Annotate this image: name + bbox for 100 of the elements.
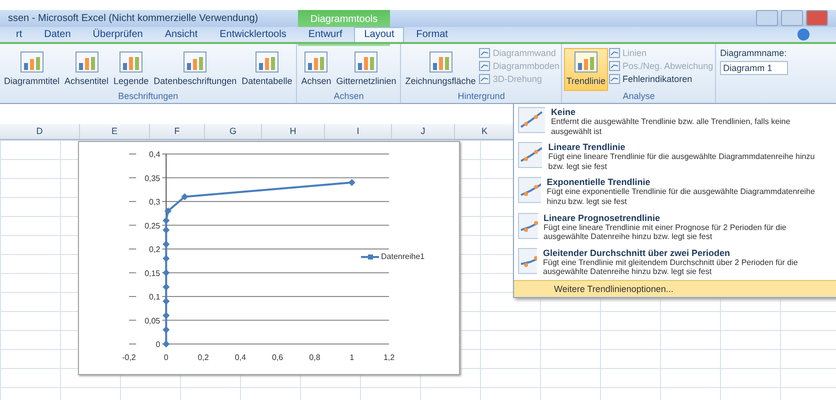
menu-item[interactable]: Weitere Trendlinienoptionen...: [514, 280, 836, 297]
column-header[interactable]: D: [0, 124, 80, 139]
tick-label: 0,25: [144, 221, 160, 230]
ribbon-tab[interactable]: Entwicklertools: [210, 26, 296, 42]
tick-label: 0: [156, 340, 160, 349]
chart-icon: [354, 50, 378, 73]
chart-area[interactable]: 0 0,05 0,1 0,15 0,2 0,25 0,3 0,35 0,4 -0,2 0 0,2 0,4 0,6 0,8 1 1,2 Datenreihe1: [78, 141, 460, 375]
tick-label: 0,4: [234, 353, 246, 362]
group-label: Beschriftungen: [117, 91, 180, 104]
trendline-icon: [518, 142, 542, 168]
trendline-icon: [518, 177, 541, 204]
menu-item-description: Fügt eine exponentielle Trendlinie für die ausgewählte Diagrammdatenreihe hinzu bzw. legt sie fest: [546, 187, 816, 207]
column-header[interactable]: J: [392, 124, 455, 139]
ribbon-tab[interactable]: Ansicht: [154, 26, 208, 42]
trendline-icon: [518, 107, 545, 133]
menu-item-description: Entfernt die ausgewählte Trendlinie bzw. alle Trendlinien, falls keine ausgewählt ist: [550, 117, 792, 136]
tick-label: 0,8: [309, 353, 320, 362]
chart-icon: [74, 50, 99, 73]
ribbon-tab[interactable]: Format: [406, 26, 458, 42]
tick-label: 0,05: [144, 316, 160, 326]
group-label: Achsen: [332, 91, 365, 104]
ribbon-tab[interactable]: rt: [6, 26, 32, 42]
window-title: ssen - Microsoft Excel (Nicht kommerzielle Verwendung): [8, 12, 258, 24]
ribbon-button[interactable]: Datenbeschriftungen: [152, 48, 239, 92]
column-header[interactable]: E: [80, 124, 150, 139]
menu-item-description: Fügt eine lineare Trendlinie mit einer Prognose für 2 Perioden für die ausgewählte Datenreihe hinzu bzw. legt sie fest: [544, 222, 788, 242]
help-icon[interactable]: [797, 28, 810, 41]
column-header[interactable]: I: [325, 124, 392, 139]
column-header[interactable]: G: [205, 124, 262, 139]
tick-label: 1: [350, 353, 354, 362]
field-label: Diagrammname:: [720, 48, 788, 58]
ribbon-tab[interactable]: Daten: [34, 26, 81, 42]
tick-label: 0: [164, 353, 168, 362]
chart-icon: [478, 60, 490, 71]
data-point: [164, 207, 172, 215]
tick-label: 0,4: [149, 150, 160, 159]
group-label: Analyse: [622, 91, 656, 104]
menu-row[interactable]: Lineare Prognosetrendlinie Fügt eine lineare Trendlinie mit einer Prognose für 2 Perioden für die ausgewählte Datenreihe hinzu bzw. legt sie fest: [514, 210, 836, 245]
ribbon-tab[interactable]: Entwurf: [298, 26, 352, 42]
tick-label: 0,1: [149, 292, 160, 302]
menu-item[interactable]: Lineare Prognosetrendlinie: [544, 212, 832, 223]
data-point: [162, 312, 170, 320]
chart-icon: [119, 50, 144, 73]
data-point: [181, 193, 188, 200]
chart-icon: [183, 50, 208, 73]
menu-row[interactable]: Gleitender Durchschnitt über zwei Perioden Fügt eine Trendlinie mit gleitendem Durchschnitt über 2 Perioden für die ausgewählte Datenreihe hinzu bzw. legt sie fest: [514, 244, 836, 280]
data-point: [162, 216, 170, 224]
tick-label: 0,35: [144, 174, 160, 183]
column-header[interactable]: H: [262, 124, 325, 139]
ribbon-button[interactable]: Legende: [112, 48, 151, 92]
data-point: [162, 269, 170, 276]
close-button[interactable]: [806, 10, 828, 26]
ribbon-button[interactable]: Zeichnungsfläche: [403, 48, 478, 92]
tick-label: 1,2: [383, 353, 395, 362]
tick-label: -0,2: [122, 353, 136, 362]
data-point: [162, 226, 170, 234]
tick-label: 0,6: [272, 353, 284, 362]
menu-row[interactable]: Exponentielle Trendlinie Fügt eine exponentielle Trendlinie für die ausgewählte Diagrammdatenreihe hinzu bzw. legt sie fest: [514, 174, 836, 210]
menu-item[interactable]: Lineare Trendlinie: [548, 142, 832, 152]
tick-label: 0,2: [198, 353, 209, 362]
ribbon-button[interactable]: Diagrammtitel: [2, 48, 62, 92]
ribbon-button[interactable]: Achsentitel: [62, 48, 111, 92]
chart-icon: [608, 60, 620, 71]
tick-label: 0,2: [149, 245, 160, 254]
minimize-button[interactable]: [756, 10, 778, 26]
chart-icon: [20, 50, 44, 73]
chart-icon: [478, 74, 490, 84]
ribbon-button[interactable]: Gitternetzlinien: [334, 48, 398, 92]
legend-marker: [361, 254, 379, 260]
data-point: [162, 254, 170, 262]
data-point: [162, 298, 170, 305]
chart-icon: [428, 50, 453, 73]
chart-icon: [254, 50, 279, 73]
chart-icon: [608, 74, 620, 84]
data-point: [162, 326, 170, 334]
menu-item[interactable]: Keine: [550, 107, 832, 117]
ribbon-button[interactable]: Fehlerindikatoren: [608, 74, 714, 84]
chart-name-field[interactable]: Diagramm 1: [720, 60, 788, 75]
trendline-icon: [518, 212, 538, 239]
data-point: [162, 283, 170, 291]
menu-item-description: Fügt eine lineare Trendlinie für die ausgewählte Diagrammdatenreihe hinzu bzw. legt sie fest: [548, 152, 816, 172]
group-label: Hintergrund: [456, 91, 506, 104]
ribbon-button[interactable]: Datentabelle: [240, 48, 294, 92]
chart-icon: [608, 48, 620, 58]
chart-icon: [304, 50, 328, 73]
data-point: [162, 240, 170, 248]
menu-row[interactable]: Keine Entfernt die ausgewählte Trendlinie bzw. alle Trendlinien, falls keine ausgewählt ist: [514, 104, 836, 140]
menu-item[interactable]: Gleitender Durchschnitt über zwei Perioden: [543, 248, 832, 258]
ribbon-tab[interactable]: Layout: [354, 26, 404, 42]
trendline-icon: [518, 248, 538, 274]
maximize-button[interactable]: [781, 10, 803, 26]
data-point: [348, 178, 356, 186]
menu-row[interactable]: Lineare Trendlinie Fügt eine lineare Trendlinie für die ausgewählte Diagrammdatenreihe hinzu bzw. legt sie fest: [514, 139, 836, 174]
menu-item[interactable]: Exponentielle Trendlinie: [546, 177, 832, 188]
chart-icon: [574, 50, 598, 73]
column-header[interactable]: F: [150, 124, 205, 139]
chart-icon: [478, 48, 490, 58]
ribbon-button[interactable]: Trendlinie: [564, 48, 608, 92]
ribbon-button[interactable]: Achsen: [299, 48, 334, 92]
ribbon-tab[interactable]: Überprüfen: [82, 26, 153, 42]
